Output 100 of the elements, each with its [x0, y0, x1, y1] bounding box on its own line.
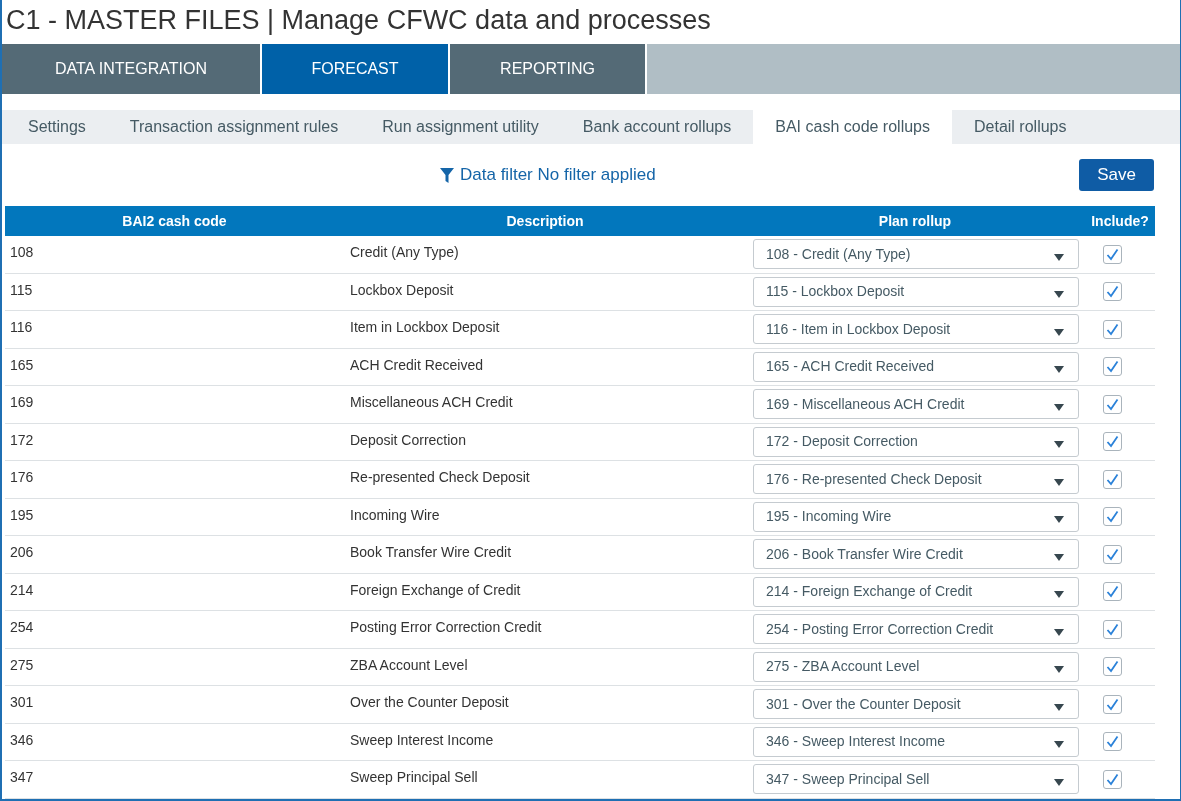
checkmark-icon	[1106, 735, 1119, 749]
table-cell: Incoming Wire	[350, 506, 440, 523]
main-tab[interactable]: FORECAST	[262, 44, 448, 94]
table-cell: Re-presented Check Deposit	[350, 469, 530, 485]
include-checkbox[interactable]	[1103, 244, 1122, 264]
table-cell: 176	[10, 469, 34, 485]
table-cell: 206	[10, 544, 34, 560]
include-checkbox[interactable]	[1103, 282, 1122, 302]
plan-rollup-select[interactable]: 195 - Incoming Wire	[753, 501, 1079, 532]
include-checkbox[interactable]	[1103, 469, 1122, 489]
include-checkbox[interactable]	[1103, 357, 1122, 377]
dropdown-caret-icon	[1054, 666, 1064, 674]
table-cell: Credit (Any Type)	[350, 244, 459, 260]
table-cell: Foreign Exchange of Credit	[350, 581, 521, 598]
table-cell: 108	[10, 244, 34, 260]
main-tab[interactable]: DATA INTEGRATION	[2, 44, 260, 94]
sub-tab[interactable]: Settings	[6, 110, 108, 144]
checkmark-icon	[1106, 547, 1119, 561]
table-cell: 301	[10, 694, 34, 710]
plan-rollup-select[interactable]: 172 - Deposit Correction	[753, 426, 1079, 457]
column-header: Description	[505, 211, 585, 231]
table-cell: Miscellaneous ACH Credit	[350, 394, 513, 410]
checkmark-icon	[1106, 285, 1119, 299]
plan-rollup-select[interactable]: 206 - Book Transfer Wire Credit	[753, 539, 1079, 570]
plan-rollup-select[interactable]: 169 - Miscellaneous ACH Credit	[753, 389, 1079, 420]
table-cell: Sweep Principal Sell	[350, 769, 478, 785]
dropdown-caret-icon	[1054, 253, 1064, 261]
include-checkbox[interactable]	[1103, 769, 1122, 789]
table-cell: ACH Credit Received	[350, 356, 484, 373]
plan-rollup-select[interactable]: 347 - Sweep Principal Sell	[753, 764, 1079, 795]
include-checkbox[interactable]	[1103, 694, 1122, 714]
page-title: C1 - MASTER FILES | Manage CFWC data and processes	[5, 3, 712, 37]
dropdown-caret-icon	[1054, 628, 1064, 636]
dropdown-caret-icon	[1054, 741, 1064, 749]
include-checkbox[interactable]	[1103, 507, 1122, 527]
include-checkbox[interactable]	[1103, 319, 1122, 339]
checkmark-icon	[1106, 622, 1119, 636]
plan-rollup-select[interactable]: 275 - ZBA Account Level	[753, 651, 1079, 682]
checkmark-icon	[1106, 322, 1119, 336]
table-cell: 172	[10, 431, 34, 448]
dropdown-caret-icon	[1054, 328, 1064, 336]
plan-rollup-select[interactable]: 176 - Re-presented Check Deposit	[753, 464, 1079, 495]
table-cell: Posting Error Correction Credit	[350, 619, 542, 635]
dropdown-caret-icon	[1054, 403, 1064, 411]
table-cell: Over the Counter Deposit	[350, 694, 509, 710]
include-checkbox[interactable]	[1103, 432, 1122, 452]
plan-rollup-select[interactable]: 108 - Credit (Any Type)	[753, 239, 1079, 270]
plan-rollup-select[interactable]: 214 - Foreign Exchange of Credit	[753, 576, 1079, 607]
table-cell: 214	[10, 581, 34, 598]
table-cell: 195	[10, 506, 34, 523]
table-cell: Book Transfer Wire Credit	[350, 544, 512, 560]
table-cell: 165	[10, 356, 34, 373]
plan-rollup-select[interactable]: 116 - Item in Lockbox Deposit	[753, 314, 1079, 345]
column-header: BAI2 cash code	[121, 211, 228, 231]
sub-tab[interactable]: Run assignment utility	[360, 110, 561, 144]
sub-tab[interactable]: Transaction assignment rules	[107, 110, 361, 144]
table-cell: ZBA Account Level	[350, 656, 468, 673]
plan-rollup-select[interactable]: 165 - ACH Credit Received	[753, 351, 1079, 382]
dropdown-caret-icon	[1054, 291, 1064, 299]
table-cell: 347	[10, 769, 34, 785]
main-tab[interactable]: REPORTING	[450, 44, 645, 94]
checkmark-icon	[1106, 660, 1119, 674]
include-checkbox[interactable]	[1103, 657, 1122, 677]
checkmark-icon	[1106, 772, 1119, 786]
table-cell: 254	[10, 619, 34, 635]
table-cell: 346	[10, 731, 34, 748]
dropdown-caret-icon	[1054, 778, 1064, 786]
save-button[interactable]: Save	[1079, 159, 1154, 191]
column-header: Plan rollup	[877, 211, 953, 231]
plan-rollup-select[interactable]: 254 - Posting Error Correction Credit	[753, 614, 1079, 645]
dropdown-caret-icon	[1054, 703, 1064, 711]
table-cell: 115	[10, 281, 33, 298]
checkmark-icon	[1106, 697, 1119, 711]
table-cell: 116	[10, 319, 33, 335]
data-filter-link[interactable]: Data filter No filter applied	[440, 162, 656, 188]
sub-tab[interactable]: Bank account rollups	[560, 110, 754, 144]
sub-tab[interactable]: BAI cash code rollups	[753, 110, 952, 144]
checkmark-icon	[1106, 247, 1119, 261]
table-cell: 169	[10, 394, 34, 410]
sub-tab[interactable]: Detail rollups	[952, 110, 1089, 144]
column-header: Include?	[1090, 211, 1150, 231]
checkmark-icon	[1106, 510, 1119, 524]
dropdown-caret-icon	[1054, 478, 1064, 486]
include-checkbox[interactable]	[1103, 582, 1122, 602]
filter-icon	[440, 167, 454, 183]
plan-rollup-select[interactable]: 115 - Lockbox Deposit	[753, 276, 1079, 307]
checkmark-icon	[1106, 435, 1119, 449]
dropdown-caret-icon	[1054, 366, 1064, 374]
include-checkbox[interactable]	[1103, 732, 1122, 752]
checkmark-icon	[1106, 585, 1119, 599]
include-checkbox[interactable]	[1103, 619, 1122, 639]
include-checkbox[interactable]	[1103, 394, 1122, 414]
table-cell: Deposit Correction	[350, 431, 466, 448]
checkmark-icon	[1106, 472, 1119, 486]
table-cell: Sweep Interest Income	[350, 731, 494, 748]
include-checkbox[interactable]	[1103, 544, 1122, 564]
plan-rollup-select[interactable]: 346 - Sweep Interest Income	[753, 726, 1079, 757]
dropdown-caret-icon	[1054, 553, 1064, 561]
dropdown-caret-icon	[1054, 591, 1064, 599]
plan-rollup-select[interactable]: 301 - Over the Counter Deposit	[753, 689, 1079, 720]
